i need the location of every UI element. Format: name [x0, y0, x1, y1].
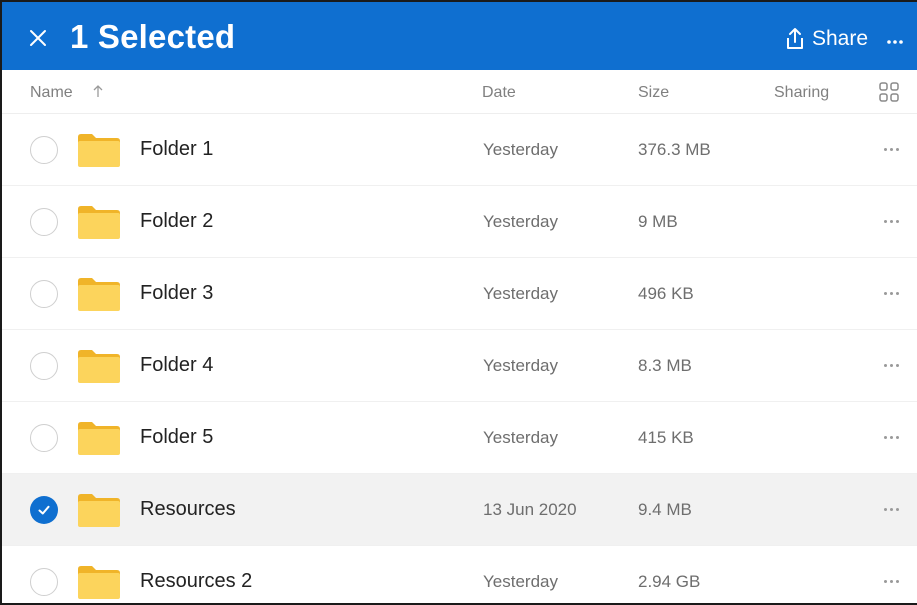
selection-radio[interactable]: [30, 280, 58, 308]
column-sharing-header[interactable]: Sharing: [774, 84, 829, 102]
close-icon: [30, 30, 46, 46]
file-name: Folder 4: [140, 354, 214, 376]
share-icon: [787, 28, 803, 49]
file-row-3[interactable]: Folder 3 Yesterday 496 KB: [2, 258, 917, 330]
file-date: Yesterday: [483, 212, 558, 231]
sort-ascending-icon[interactable]: [92, 84, 104, 103]
selection-toolbar: 1 Selected Share: [2, 2, 917, 70]
row-more-button[interactable]: [884, 292, 899, 295]
row-more-button[interactable]: [884, 364, 899, 367]
file-row-1[interactable]: Folder 1 Yesterday 376.3 MB: [2, 114, 917, 186]
row-more-button[interactable]: [884, 220, 899, 223]
file-name: Folder 2: [140, 210, 214, 232]
folder-icon: [78, 350, 120, 383]
file-date: Yesterday: [483, 284, 558, 303]
share-button[interactable]: Share: [784, 27, 868, 51]
folder-icon: [78, 566, 120, 599]
more-horizontal-icon: [884, 436, 899, 439]
file-size: 376.3 MB: [638, 140, 711, 159]
file-name: Resources 2: [140, 570, 253, 592]
file-name: Folder 3: [140, 282, 214, 304]
folder-icon: [78, 278, 120, 311]
more-horizontal-icon: [887, 40, 903, 44]
more-horizontal-icon: [884, 292, 899, 295]
more-horizontal-icon: [884, 220, 899, 223]
column-size-header[interactable]: Size: [638, 84, 669, 102]
file-date: Yesterday: [483, 140, 558, 159]
column-date-header[interactable]: Date: [482, 84, 516, 102]
folder-icon: [78, 494, 120, 527]
share-label: Share: [812, 27, 869, 50]
selection-radio[interactable]: [30, 136, 58, 164]
selection-radio[interactable]: [30, 208, 58, 236]
grid-view-icon[interactable]: [878, 81, 900, 108]
close-selection-button[interactable]: [24, 24, 52, 52]
folder-icon: [78, 206, 120, 239]
folder-icon: [78, 134, 120, 167]
file-row-2[interactable]: Folder 2 Yesterday 9 MB: [2, 186, 917, 258]
file-list-window: 1 Selected Share Name Date Size Sharing: [0, 0, 917, 605]
file-size: 415 KB: [638, 428, 694, 447]
file-size: 9 MB: [638, 212, 678, 231]
file-date: 13 Jun 2020: [483, 500, 577, 519]
more-horizontal-icon: [884, 364, 899, 367]
file-name: Folder 1: [140, 138, 214, 160]
selection-radio[interactable]: [30, 424, 58, 452]
selection-radio[interactable]: [30, 568, 58, 596]
file-size: 496 KB: [638, 284, 694, 303]
more-horizontal-icon: [884, 580, 899, 583]
row-more-button[interactable]: [884, 436, 899, 439]
file-row-7[interactable]: Resources 2 Yesterday 2.94 GB: [2, 546, 917, 603]
file-date: Yesterday: [483, 356, 558, 375]
column-name-header[interactable]: Name: [30, 84, 73, 102]
row-more-button[interactable]: [884, 580, 899, 583]
selection-radio-checked[interactable]: [30, 496, 58, 524]
file-name: Folder 5: [140, 426, 214, 448]
selection-count-title: 1 Selected: [70, 18, 236, 55]
file-size: 8.3 MB: [638, 356, 692, 375]
column-header-row: Name Date Size Sharing: [2, 70, 917, 114]
file-date: Yesterday: [483, 572, 558, 591]
more-horizontal-icon: [884, 148, 899, 151]
file-row-6[interactable]: Resources 13 Jun 2020 9.4 MB: [2, 474, 917, 546]
checkmark-icon: [38, 505, 50, 515]
file-size: 2.94 GB: [638, 572, 701, 591]
file-list: Folder 1 Yesterday 376.3 MB Folder 2 Yes…: [2, 114, 917, 603]
row-more-button[interactable]: [884, 508, 899, 511]
file-row-4[interactable]: Folder 4 Yesterday 8.3 MB: [2, 330, 917, 402]
row-more-button[interactable]: [884, 148, 899, 151]
file-name: Resources: [140, 498, 236, 520]
toolbar-more-button[interactable]: [886, 32, 904, 50]
more-horizontal-icon: [884, 508, 899, 511]
file-size: 9.4 MB: [638, 500, 692, 519]
file-date: Yesterday: [483, 428, 558, 447]
folder-icon: [78, 422, 120, 455]
selection-radio[interactable]: [30, 352, 58, 380]
file-row-5[interactable]: Folder 5 Yesterday 415 KB: [2, 402, 917, 474]
